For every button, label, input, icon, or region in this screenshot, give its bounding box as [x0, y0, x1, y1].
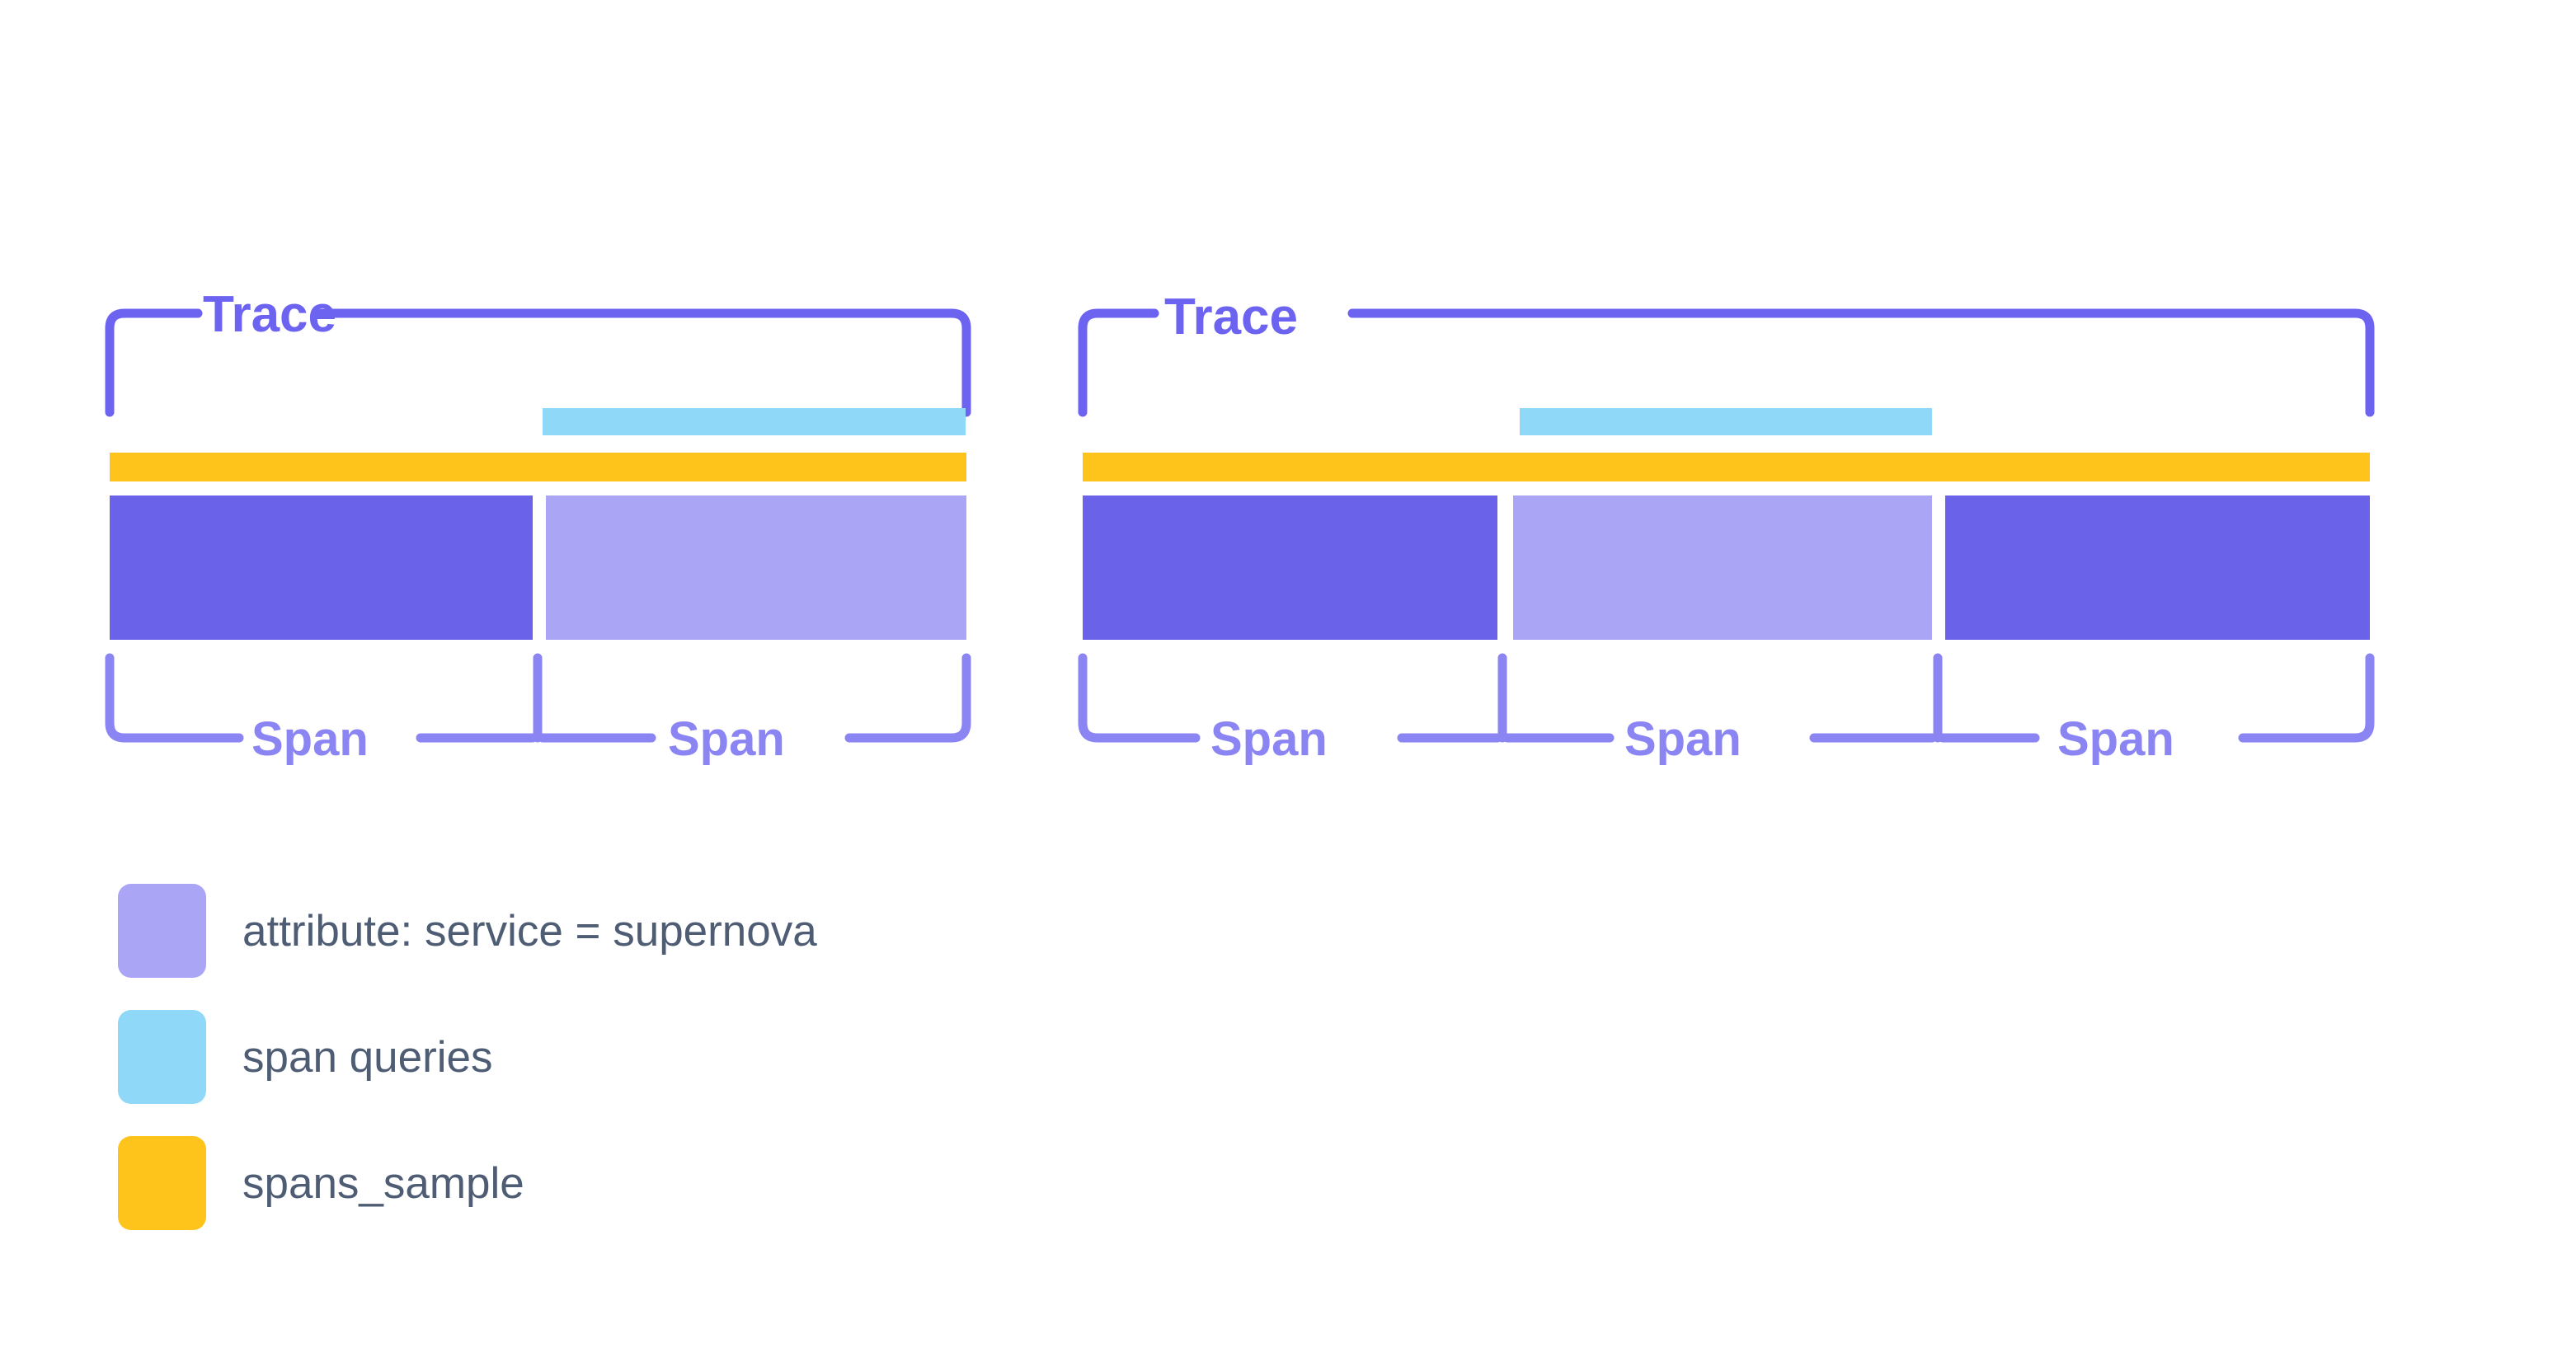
legend-item-span-queries: span queries	[118, 1010, 817, 1104]
span-queries-bar-2	[1520, 408, 1932, 435]
span-label-1-2: Span	[668, 712, 785, 766]
span-queries-bar-1	[543, 408, 966, 435]
legend-label-span-queries: span queries	[242, 1032, 493, 1082]
span-block-1-1	[110, 495, 533, 640]
trace-label-2: Trace	[1164, 289, 1298, 345]
trace-group-1: Trace Span Span	[105, 286, 971, 766]
span-label-2-2: Span	[1624, 712, 1742, 766]
legend-swatch-span-queries	[118, 1010, 206, 1104]
span-label-2-1: Span	[1210, 712, 1328, 766]
span-label-1-1: Span	[251, 712, 369, 766]
legend-item-attribute: attribute: service = supernova	[118, 884, 817, 978]
span-block-2-3	[1945, 495, 2370, 640]
legend: attribute: service = supernova span quer…	[118, 884, 817, 1230]
spans-sample-bar-2	[1083, 453, 2370, 481]
legend-label-attribute: attribute: service = supernova	[242, 906, 817, 956]
legend-item-spans-sample: spans_sample	[118, 1136, 817, 1230]
span-label-2-3: Span	[2057, 712, 2174, 766]
trace-label-1: Trace	[203, 286, 336, 343]
spans-sample-bar-1	[110, 453, 966, 481]
span-block-2-1	[1083, 495, 1497, 640]
legend-swatch-spans-sample	[118, 1136, 206, 1230]
diagram-canvas: Trace Span Span Trace Span Span Span att…	[0, 0, 2576, 1362]
span-block-1-2	[546, 495, 966, 640]
legend-label-spans-sample: spans_sample	[242, 1158, 524, 1208]
trace-group-2: Trace Span Span Span	[1078, 289, 2375, 766]
span-block-2-2	[1513, 495, 1932, 640]
legend-swatch-attribute	[118, 884, 206, 978]
